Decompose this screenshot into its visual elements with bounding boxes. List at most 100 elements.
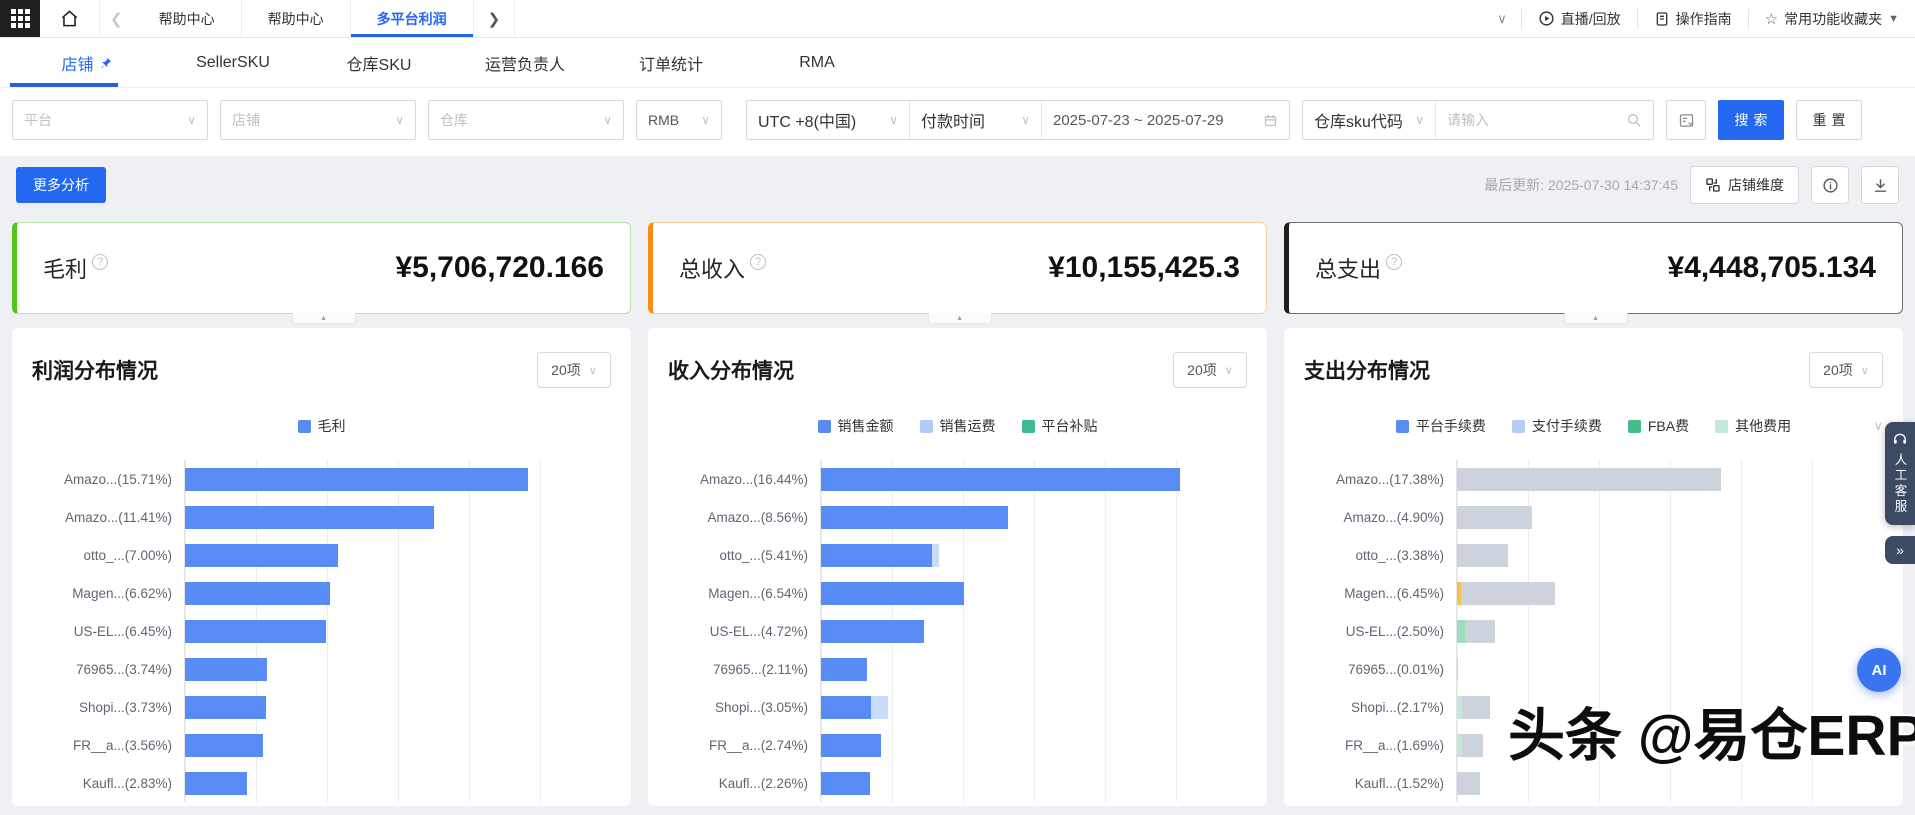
tab-operator[interactable]: 运营负责人 — [452, 51, 598, 75]
bar[interactable] — [1457, 772, 1883, 795]
bar[interactable] — [821, 696, 1247, 719]
reset-button[interactable]: 重置 — [1796, 100, 1862, 140]
category-label: Amazo...(15.71%) — [32, 472, 184, 487]
bar[interactable] — [185, 544, 611, 567]
legend-item[interactable]: 销售金额 — [818, 416, 894, 436]
bar[interactable] — [821, 658, 1247, 681]
chevron-down-icon: ∨ — [1225, 364, 1233, 377]
card-collapse-handle[interactable]: ▴ — [1564, 313, 1628, 324]
search-button[interactable]: 搜索 — [1718, 100, 1784, 140]
bar-track — [820, 612, 1247, 650]
shop-select[interactable]: 店铺∨ — [220, 100, 416, 140]
bar[interactable] — [821, 734, 1247, 757]
tab-help-center-1[interactable]: 帮助中心 — [133, 0, 242, 37]
info-button[interactable] — [1811, 166, 1849, 204]
panel-header: 支出分布情况 20项∨ — [1304, 352, 1883, 388]
legend-item[interactable]: 平台手续费 — [1396, 416, 1486, 436]
bar[interactable] — [185, 582, 611, 605]
batch-input-button[interactable] — [1666, 100, 1706, 140]
category-label: US-EL...(6.45%) — [32, 624, 184, 639]
bar[interactable] — [821, 506, 1247, 529]
items-limit-select[interactable]: 20项∨ — [1173, 352, 1247, 388]
home-tab[interactable] — [40, 0, 100, 37]
card-collapse-handle[interactable]: ▴ — [928, 313, 992, 324]
favorites-menu[interactable]: ☆ 常用功能收藏夹 ▼ — [1749, 0, 1915, 37]
live-replay-button[interactable]: 直播/回放 — [1522, 0, 1637, 37]
search-icon — [1626, 112, 1642, 128]
bar[interactable] — [1457, 582, 1883, 605]
bar[interactable] — [1457, 734, 1883, 757]
bar[interactable] — [185, 734, 611, 757]
currency-select[interactable]: RMB∨ — [636, 100, 722, 140]
dimension-toggle-button[interactable]: 店铺维度 — [1690, 166, 1799, 204]
bar[interactable] — [185, 658, 611, 681]
bar[interactable] — [1457, 468, 1883, 491]
ai-assistant-button[interactable]: AI — [1857, 648, 1901, 692]
question-icon[interactable]: ? — [750, 254, 766, 270]
legend-item[interactable]: 销售运费 — [920, 416, 996, 436]
tab-warehouse-sku[interactable]: 仓库SKU — [306, 51, 452, 75]
bar[interactable] — [1457, 544, 1883, 567]
bar-segment — [1465, 620, 1495, 643]
bar-track — [820, 574, 1247, 612]
bar-segment — [185, 582, 330, 605]
legend-item[interactable]: 平台补贴 — [1022, 416, 1098, 436]
tab-rma[interactable]: RMA — [744, 54, 890, 72]
legend-swatch — [1022, 420, 1035, 433]
legend-item[interactable]: 毛利 — [298, 416, 346, 436]
bar[interactable] — [185, 696, 611, 719]
sku-field-select[interactable]: 仓库sku代码∨ — [1303, 101, 1435, 139]
question-icon[interactable]: ? — [92, 254, 108, 270]
apps-grid-button[interactable] — [0, 0, 40, 37]
question-icon[interactable]: ? — [1386, 254, 1402, 270]
time-type-select[interactable]: 付款时间∨ — [909, 101, 1041, 139]
bar[interactable] — [821, 582, 1247, 605]
tabs-scroll-left-icon[interactable]: ❮ — [100, 0, 133, 37]
bar[interactable] — [821, 468, 1247, 491]
play-circle-icon — [1538, 10, 1555, 27]
customer-service-button[interactable]: 人工客服 — [1885, 422, 1915, 525]
bar-track — [184, 574, 611, 612]
card-collapse-handle[interactable]: ▴ — [292, 313, 356, 324]
legend-item[interactable]: 其他费用 — [1715, 416, 1791, 436]
operation-guide-button[interactable]: 操作指南 — [1638, 0, 1748, 37]
operation-guide-label: 操作指南 — [1676, 9, 1732, 29]
bar[interactable] — [1457, 620, 1883, 643]
bar-segment — [1462, 734, 1482, 757]
panel-title: 支出分布情况 — [1304, 355, 1430, 385]
legend-collapse-icon[interactable]: ∨ — [1873, 418, 1883, 434]
date-range-picker[interactable]: 2025-07-23 ~ 2025-07-29 — [1041, 101, 1289, 139]
tab-multi-platform-profit[interactable]: 多平台利润 — [351, 0, 474, 37]
chevron-down-icon: ∨ — [701, 113, 710, 127]
tab-shop[interactable]: 店铺 — [14, 51, 160, 75]
bar[interactable] — [1457, 506, 1883, 529]
warehouse-select[interactable]: 仓库∨ — [428, 100, 624, 140]
tabs-scroll-right-icon[interactable]: ❯ — [474, 0, 516, 37]
bar-track — [820, 650, 1247, 688]
more-analysis-button[interactable]: 更多分析 — [16, 167, 106, 203]
download-button[interactable] — [1861, 166, 1899, 204]
bar[interactable] — [185, 620, 611, 643]
items-limit-select[interactable]: 20项∨ — [537, 352, 611, 388]
bar[interactable] — [821, 772, 1247, 795]
bar[interactable] — [185, 506, 611, 529]
tabs-collapse-icon[interactable]: ∨ — [1483, 11, 1521, 27]
keyword-input[interactable] — [1447, 112, 1587, 128]
legend-item[interactable]: 支付手续费 — [1512, 416, 1602, 436]
bar[interactable] — [185, 772, 611, 795]
bar[interactable] — [821, 620, 1247, 643]
bar[interactable] — [1457, 696, 1883, 719]
bar[interactable] — [1457, 658, 1883, 681]
platform-select[interactable]: 平台∨ — [12, 100, 208, 140]
bar[interactable] — [821, 544, 1247, 567]
items-limit-select[interactable]: 20项∨ — [1809, 352, 1883, 388]
tab-label: 多平台利润 — [377, 9, 447, 29]
tab-help-center-2[interactable]: 帮助中心 — [242, 0, 351, 37]
tab-order-stats[interactable]: 订单统计 — [598, 51, 744, 75]
timezone-select[interactable]: UTC +8(中国)∨ — [747, 101, 909, 139]
bar[interactable] — [185, 468, 611, 491]
legend-item[interactable]: FBA费 — [1628, 416, 1689, 436]
collapse-panel-button[interactable]: » — [1885, 536, 1915, 564]
tab-sellersku[interactable]: SellerSKU — [160, 54, 306, 72]
bar-segment — [1461, 582, 1555, 605]
